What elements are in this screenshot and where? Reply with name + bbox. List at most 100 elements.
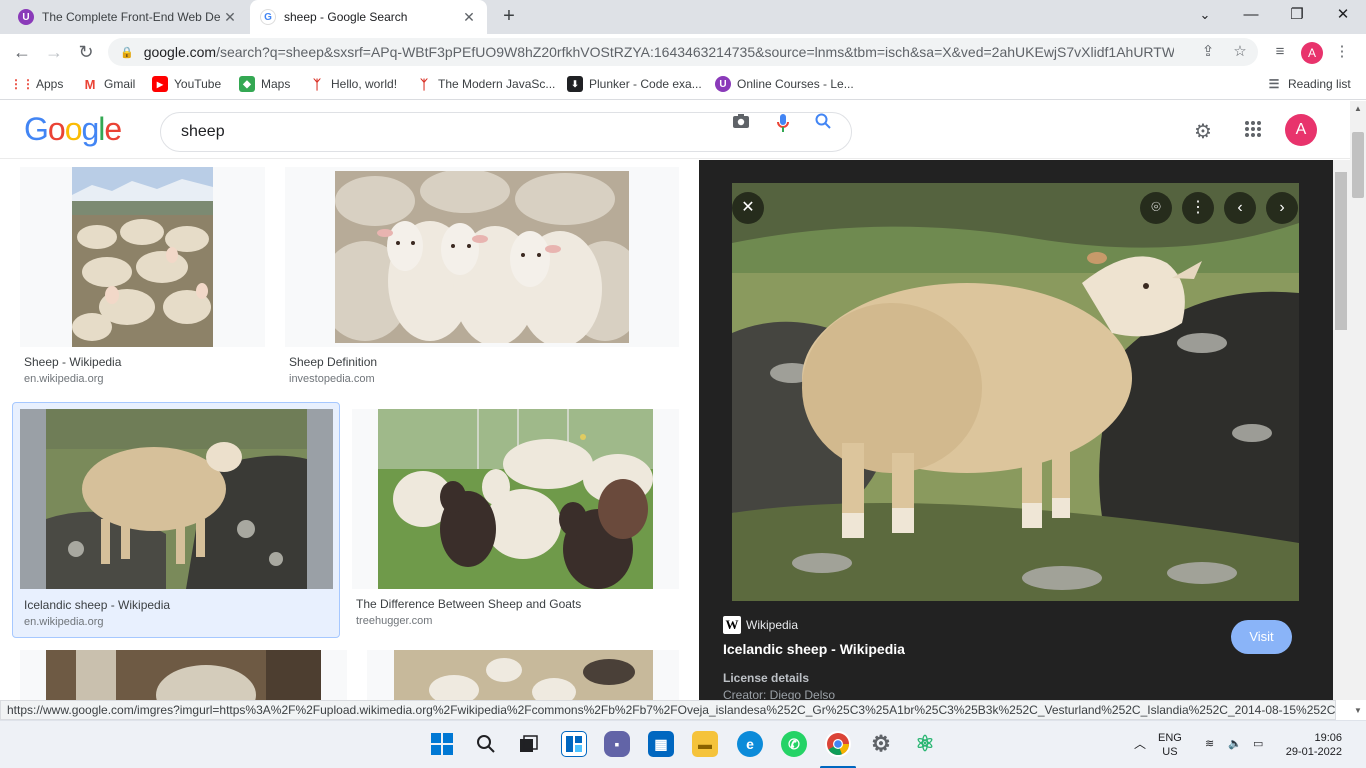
sheep-closeup-image	[335, 171, 629, 343]
chrome-browser-icon[interactable]	[825, 731, 851, 757]
result-card[interactable]	[20, 650, 347, 700]
result-source: en.wikipedia.org	[24, 616, 104, 628]
result-source: treehugger.com	[356, 615, 433, 627]
result-card[interactable]: Sheep - Wikipedia en.wikipedia.org	[20, 167, 265, 397]
result-thumbnail-bg	[352, 409, 679, 589]
preview-site-name[interactable]: Wikipedia	[746, 618, 798, 632]
result-caption[interactable]: Icelandic sheep - Wikipedia	[24, 598, 170, 612]
language-indicator[interactable]: ENG US	[1158, 731, 1182, 759]
preview-image[interactable]	[732, 183, 1299, 601]
profile-avatar[interactable]: A	[1301, 42, 1323, 64]
store-icon[interactable]: ▦	[648, 731, 674, 757]
results-scrollbar-thumb[interactable]	[1335, 172, 1347, 330]
bookmark-online-courses[interactable]: U Online Courses - Le...	[715, 76, 854, 92]
plunker-icon: ⬇	[567, 76, 583, 92]
url-host: google.com	[143, 44, 217, 60]
reading-list-button[interactable]: ☰ Reading list	[1266, 76, 1351, 92]
edge-browser-icon[interactable]: e	[737, 731, 763, 757]
close-tab-icon[interactable]: ✕	[222, 9, 238, 26]
menu-dots-icon[interactable]: ⋮	[1332, 42, 1352, 62]
task-view-icon[interactable]	[516, 731, 542, 757]
keyboard-layout: US	[1162, 746, 1178, 758]
close-window-button[interactable]: ✕	[1320, 0, 1366, 34]
result-card[interactable]	[367, 650, 679, 700]
result-card-selected[interactable]: Icelandic sheep - Wikipedia en.wikipedia…	[12, 402, 340, 638]
gmail-icon: M	[84, 76, 96, 92]
wifi-icon[interactable]: ≋	[1205, 737, 1214, 751]
wikipedia-icon: W	[723, 616, 741, 634]
microphone-icon[interactable]	[773, 113, 793, 133]
settings-gear-icon[interactable]: ⚙	[1191, 120, 1215, 144]
tab-title: sheep - Google Search	[284, 10, 408, 24]
battery-icon[interactable]: ▭	[1253, 737, 1263, 751]
tab-search-icon[interactable]: ⌄	[1182, 0, 1228, 34]
result-card[interactable]: The Difference Between Sheep and Goats t…	[352, 409, 679, 639]
bookmark-hello-world[interactable]: ᛉ Hello, world!	[309, 76, 397, 92]
address-bar[interactable]: 🔒 google.com/search?q=sheep&sxsrf=APq-WB…	[108, 38, 1258, 66]
bookmark-label: Plunker - Code exa...	[589, 77, 702, 91]
back-icon[interactable]: ←	[8, 38, 36, 66]
windows-taskbar: ▪ ▦ ▬ e ✆ ⚙ ⚛ ︿ ENG US ≋ 🔈 ▭ 19:06 29-01…	[0, 720, 1366, 768]
sheep-field-image	[394, 650, 653, 700]
result-thumbnail-bg	[367, 650, 679, 700]
next-image-icon[interactable]: ›	[1266, 192, 1298, 224]
clock[interactable]: 19:06 29-01-2022	[1282, 731, 1342, 759]
bookmark-modern-javascript[interactable]: ᛉ The Modern JavaSc...	[416, 76, 555, 92]
screen: { "browser": { "tabs": [ {"title": "The …	[0, 0, 1366, 768]
clock-date: 29-01-2022	[1285, 746, 1342, 758]
result-card[interactable]: Sheep Definition investopedia.com	[285, 167, 679, 397]
atom-editor-icon[interactable]: ⚛	[912, 731, 938, 757]
google-apps-grid-icon[interactable]	[1241, 120, 1265, 144]
scroll-down-arrow-icon[interactable]: ▼	[1354, 706, 1362, 715]
windows-start-icon[interactable]	[429, 731, 455, 757]
new-tab-button[interactable]: +	[498, 6, 520, 28]
result-thumbnail-bg	[285, 167, 679, 347]
result-caption[interactable]: The Difference Between Sheep and Goats	[356, 597, 581, 611]
teams-chat-icon[interactable]: ▪	[604, 731, 630, 757]
bookmark-apps[interactable]: ⋮⋮ Apps	[10, 76, 64, 92]
tab-google-search[interactable]: G sheep - Google Search ✕	[250, 0, 487, 34]
whatsapp-icon[interactable]: ✆	[781, 731, 807, 757]
more-options-icon[interactable]: ⋮	[1182, 192, 1214, 224]
apps-grid-icon: ⋮⋮	[10, 77, 34, 91]
google-logo[interactable]: Google	[24, 111, 122, 148]
bookmark-star-icon[interactable]: ☆	[1230, 42, 1250, 62]
lens-search-icon[interactable]: ⌾	[1140, 192, 1172, 224]
lock-icon: 🔒	[120, 46, 134, 59]
previous-image-icon[interactable]: ‹	[1224, 192, 1256, 224]
camera-icon[interactable]	[731, 113, 751, 133]
tab-strip: U The Complete Front-End Web De ✕ G shee…	[0, 0, 1366, 34]
bookmark-label: Apps	[36, 77, 64, 91]
close-tab-icon[interactable]: ✕	[461, 9, 477, 26]
bookmark-youtube[interactable]: ▶ YouTube	[152, 76, 221, 92]
forward-icon[interactable]: →	[40, 38, 68, 66]
scroll-up-arrow-icon[interactable]: ▲	[1354, 104, 1362, 113]
search-icon[interactable]	[813, 113, 833, 133]
reading-mode-icon[interactable]: ≡	[1270, 42, 1290, 62]
minimize-button[interactable]: —	[1228, 0, 1274, 34]
preview-title[interactable]: Icelandic sheep - Wikipedia	[723, 641, 905, 657]
search-taskbar-icon[interactable]	[473, 731, 499, 757]
file-explorer-icon[interactable]: ▬	[692, 731, 718, 757]
bookmark-plunker[interactable]: ⬇ Plunker - Code exa...	[567, 76, 702, 92]
bookmark-maps[interactable]: ◆ Maps	[239, 76, 290, 92]
google-account-avatar[interactable]: A	[1285, 114, 1317, 146]
page-scrollbar-thumb[interactable]	[1352, 132, 1364, 198]
bookmark-gmail[interactable]: M Gmail	[82, 76, 136, 92]
close-preview-button[interactable]: ✕	[732, 192, 764, 224]
bookmarks-bar: ⋮⋮ Apps M Gmail ▶ YouTube ◆ Maps ᛉ Hello…	[0, 70, 1366, 100]
tab-frontend-course[interactable]: U The Complete Front-End Web De ✕	[8, 0, 248, 34]
show-hidden-icons-icon[interactable]: ︿	[1134, 737, 1146, 751]
result-caption[interactable]: Sheep - Wikipedia	[24, 355, 121, 369]
maps-icon: ◆	[239, 76, 255, 92]
visit-button[interactable]: Visit	[1231, 620, 1292, 654]
pin-icon: ᛉ	[313, 76, 321, 92]
volume-icon[interactable]: 🔈	[1228, 737, 1242, 751]
widgets-icon[interactable]	[561, 731, 587, 757]
maximize-button[interactable]: ❐	[1274, 0, 1320, 34]
share-icon[interactable]: ⇪	[1198, 42, 1218, 62]
reload-icon[interactable]: ↻	[72, 38, 100, 66]
logo-letter: g	[81, 111, 99, 147]
result-caption[interactable]: Sheep Definition	[289, 355, 377, 369]
settings-taskbar-icon[interactable]: ⚙	[868, 731, 894, 757]
